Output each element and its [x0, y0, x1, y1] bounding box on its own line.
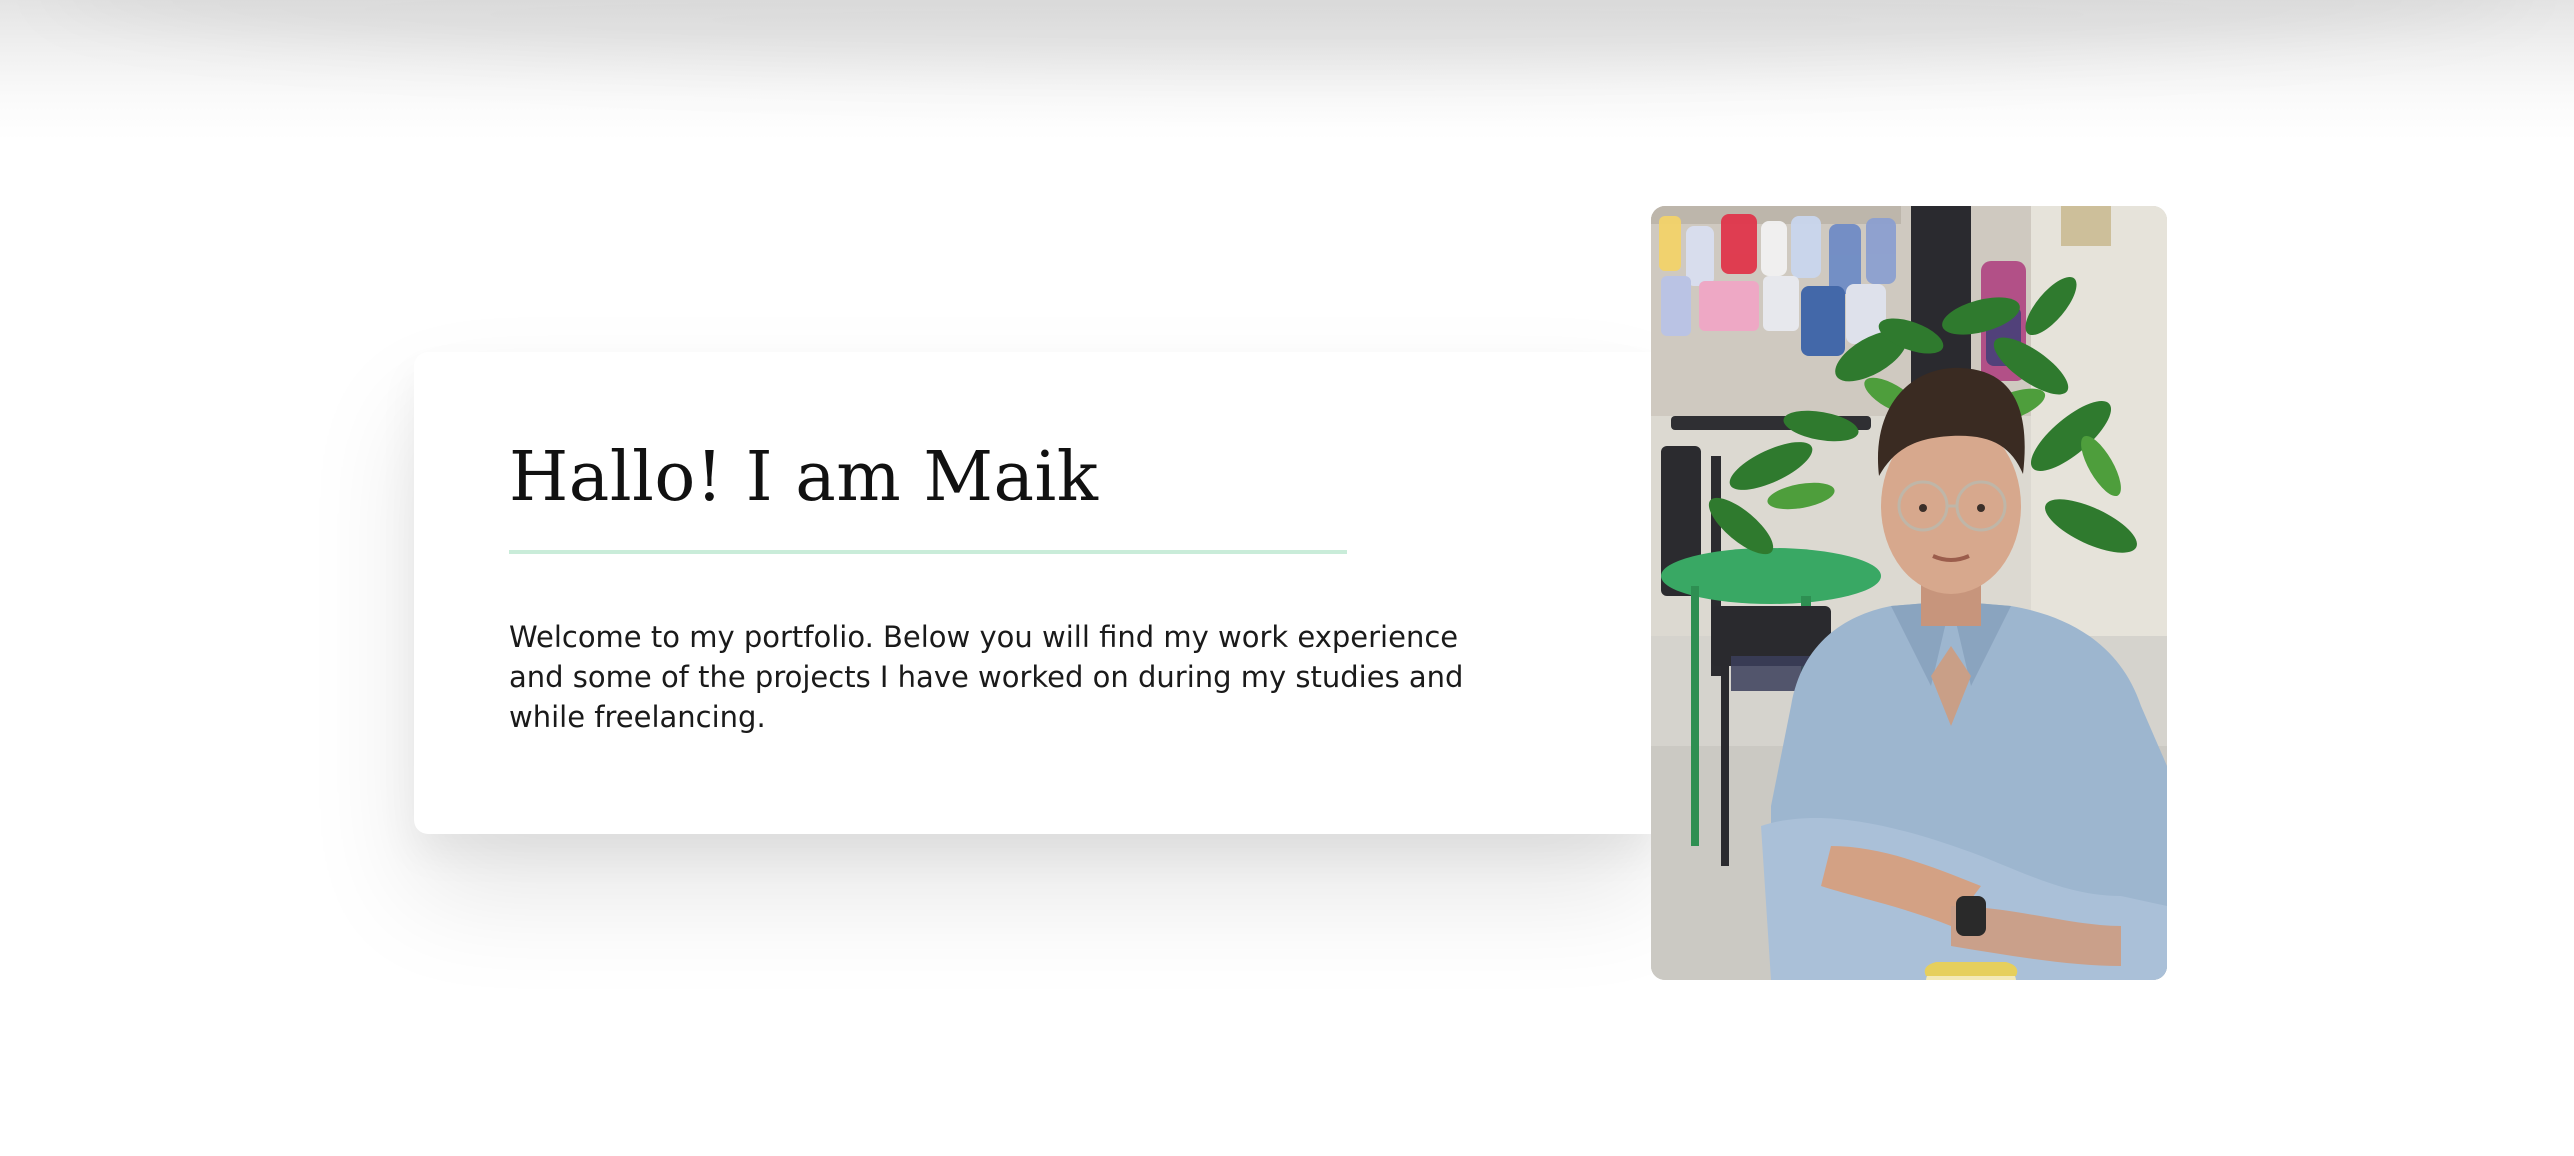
page-title: Hallo! I am Maik: [509, 438, 1099, 517]
intro-paragraph: Welcome to my portfolio. Below you will …: [509, 620, 1464, 734]
profile-photo: [1651, 206, 2167, 980]
title-underline: [509, 550, 1347, 554]
hero-section: Hallo! I am Maik Welcome to my portfolio…: [0, 0, 2574, 1156]
intro-card: Hallo! I am Maik Welcome to my portfolio…: [414, 352, 1654, 834]
